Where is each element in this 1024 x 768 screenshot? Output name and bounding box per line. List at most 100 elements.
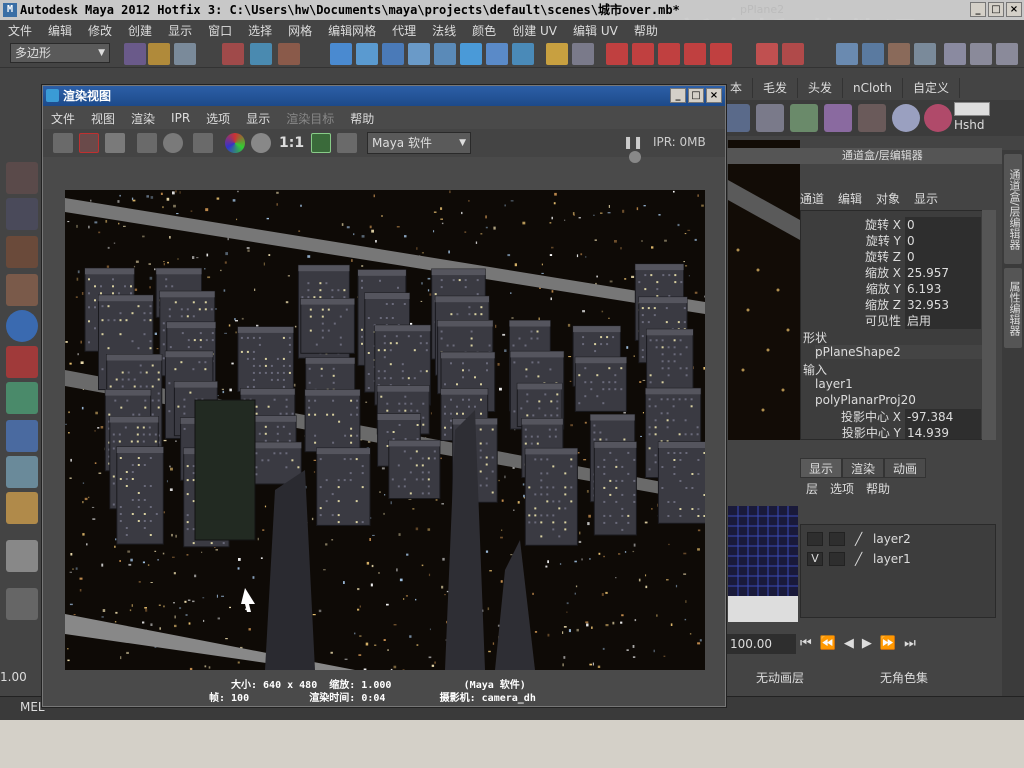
- last-tool-icon[interactable]: [6, 492, 38, 524]
- layer-row[interactable]: ╱ layer2: [805, 529, 991, 549]
- open-scene-icon[interactable]: [148, 43, 170, 65]
- save-scene-icon[interactable]: [174, 43, 196, 65]
- menu-item[interactable]: 文件: [0, 22, 40, 39]
- viewport-uv[interactable]: [728, 506, 798, 622]
- keep-image-icon[interactable]: [311, 133, 331, 153]
- channel-menu-item[interactable]: 编辑: [838, 190, 862, 208]
- playback-control-icon[interactable]: ⏮: [800, 636, 812, 654]
- tab-attribute-editor[interactable]: 属性编辑器: [1004, 268, 1022, 348]
- render-frame-icon[interactable]: [836, 43, 858, 65]
- refresh-icon[interactable]: [163, 133, 183, 153]
- channel-attribute-row[interactable]: 可见性 启用: [801, 313, 981, 329]
- channel-attribute-value[interactable]: 0: [905, 217, 981, 233]
- real-size-label[interactable]: 1:1: [279, 135, 304, 151]
- mask-face-icon[interactable]: [382, 43, 404, 65]
- layer-menu-item[interactable]: 选项: [830, 480, 854, 497]
- ipr-render-icon-rv[interactable]: [137, 133, 157, 153]
- shelf-tab[interactable]: 毛发: [753, 78, 799, 98]
- layer-color-swatch[interactable]: ╱: [855, 549, 862, 569]
- layer-editor-tab[interactable]: 动画: [884, 458, 927, 478]
- scale-tool-icon[interactable]: [6, 346, 38, 378]
- tool-settings-toggle-icon[interactable]: [996, 43, 1018, 65]
- layer-editor-tab[interactable]: 渲染: [842, 458, 885, 478]
- shelf-clapper-icon[interactable]: [756, 104, 784, 132]
- playback-control-icon[interactable]: ⏩: [880, 636, 896, 654]
- menu-item[interactable]: 创建 UV: [504, 22, 565, 39]
- layer-name[interactable]: layer2: [873, 529, 911, 549]
- channel-attribute-value[interactable]: 6.193: [905, 281, 981, 297]
- layer-color-swatch[interactable]: ╱: [855, 529, 862, 549]
- channel-attribute-value[interactable]: 0: [905, 233, 981, 249]
- layout-outliner-icon[interactable]: [6, 588, 38, 620]
- render-view-menu-item[interactable]: 显示: [238, 110, 278, 127]
- viewport-persp[interactable]: [728, 140, 800, 440]
- channel-attribute-value[interactable]: 32.953: [905, 297, 981, 313]
- character-set-dropdown[interactable]: 无角色集: [878, 668, 978, 688]
- channel-attribute-row[interactable]: 旋转 Z 0: [801, 249, 981, 265]
- render-view-menu-item[interactable]: 选项: [198, 110, 238, 127]
- highlight-selection-icon[interactable]: [572, 43, 594, 65]
- layer-template-toggle[interactable]: [829, 532, 845, 546]
- render-view-title-bar[interactable]: 渲染视图 _ □ ×: [43, 86, 725, 106]
- menu-item[interactable]: 编辑网格: [320, 22, 384, 39]
- show-manip-icon[interactable]: [6, 456, 38, 488]
- channel-attribute-row[interactable]: 旋转 X 0: [801, 217, 981, 233]
- shelf-check-icon[interactable]: [790, 104, 818, 132]
- hypershade-icon[interactable]: [914, 43, 936, 65]
- mask-edge-icon[interactable]: [356, 43, 378, 65]
- pause-icon[interactable]: ❚❚: [623, 135, 643, 149]
- shape-node[interactable]: pPlaneShape2: [815, 345, 985, 359]
- layer-template-toggle[interactable]: [829, 552, 845, 566]
- projection-attribute-value[interactable]: 14.939: [905, 425, 981, 439]
- snapshot-icon[interactable]: [105, 133, 125, 153]
- mode-select[interactable]: 多边形 ▼: [10, 43, 110, 63]
- menu-item[interactable]: 编辑: [40, 22, 80, 39]
- menu-item[interactable]: 法线: [424, 22, 464, 39]
- render-region-icon[interactable]: [79, 133, 99, 153]
- mask-curve-icon[interactable]: [434, 43, 456, 65]
- input-node[interactable]: polyPlanarProj20: [815, 393, 916, 407]
- rgb-channels-icon[interactable]: [225, 133, 245, 153]
- alpha-channel-icon[interactable]: [251, 133, 271, 153]
- menu-item[interactable]: 帮助: [626, 22, 666, 39]
- menu-item[interactable]: 创建: [120, 22, 160, 39]
- snap-live-icon[interactable]: [710, 43, 732, 65]
- render-settings-icon-rv[interactable]: [193, 133, 213, 153]
- render-settings-icon[interactable]: [888, 43, 910, 65]
- channel-attribute-row[interactable]: 缩放 Z 32.953: [801, 297, 981, 313]
- menu-item[interactable]: 代理: [384, 22, 424, 39]
- channel-menu-item[interactable]: 通道: [800, 190, 824, 208]
- menu-item[interactable]: 网格: [280, 22, 320, 39]
- playback-control-icon[interactable]: ▶: [862, 636, 872, 654]
- input-node[interactable]: layer1: [815, 377, 853, 391]
- mask-vertex-icon[interactable]: [330, 43, 352, 65]
- layer-menu-item[interactable]: 帮助: [866, 480, 890, 497]
- mask-surface-icon[interactable]: [460, 43, 482, 65]
- menu-item[interactable]: 显示: [160, 22, 200, 39]
- maximize-button[interactable]: □: [988, 2, 1004, 17]
- channel-attribute-value[interactable]: 0: [905, 249, 981, 265]
- channel-box-scrollbar[interactable]: [982, 210, 996, 440]
- render-view-menu-item[interactable]: 文件: [43, 110, 83, 127]
- lasso-tool-icon[interactable]: [6, 198, 38, 230]
- rv-minimize-button[interactable]: _: [670, 88, 686, 103]
- menu-item[interactable]: 选择: [240, 22, 280, 39]
- menu-item[interactable]: 窗口: [200, 22, 240, 39]
- layer-visibility-toggle[interactable]: [807, 532, 823, 546]
- universal-manip-icon[interactable]: [6, 382, 38, 414]
- paint-select-tool-icon[interactable]: [6, 236, 38, 268]
- channel-attribute-row[interactable]: 缩放 X 25.957: [801, 265, 981, 281]
- channel-attribute-value[interactable]: 25.957: [905, 265, 981, 281]
- new-scene-icon[interactable]: [124, 43, 146, 65]
- render-view-menu-item[interactable]: IPR: [163, 111, 198, 125]
- render-view-menu-item[interactable]: 帮助: [342, 110, 382, 127]
- select-hierarchy-icon[interactable]: [222, 43, 244, 65]
- shelf-tab[interactable]: 头发: [798, 78, 844, 98]
- channel-attribute-row[interactable]: 旋转 Y 0: [801, 233, 981, 249]
- render-view-menu-item[interactable]: 视图: [83, 110, 123, 127]
- shelf-render-icon[interactable]: [722, 104, 750, 132]
- shelf-shader-icon[interactable]: [824, 104, 852, 132]
- layer-row[interactable]: V ╱ layer1: [805, 549, 991, 569]
- menu-item[interactable]: 编辑 UV: [565, 22, 626, 39]
- projection-attribute-row[interactable]: 投影中心 Y 14.939: [801, 425, 981, 439]
